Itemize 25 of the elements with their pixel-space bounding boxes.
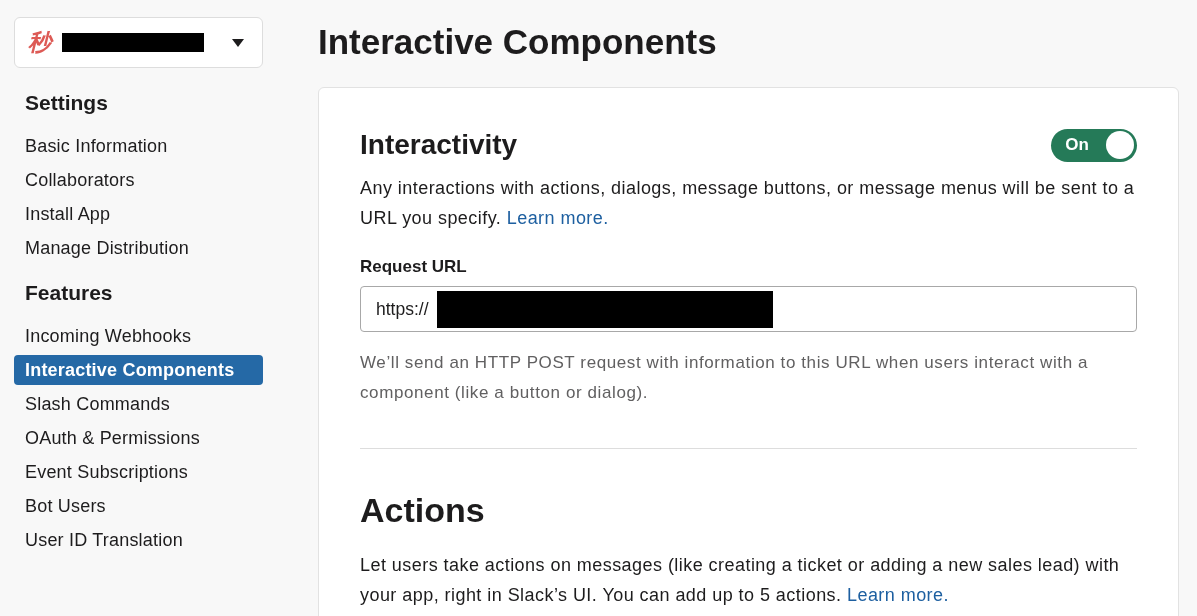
app-selector[interactable]: 秒 — [14, 17, 263, 68]
sidebar-item[interactable]: Install App — [14, 199, 263, 229]
field-label: Request URL — [360, 256, 468, 278]
sidebar-item[interactable]: Interactive Components — [14, 355, 263, 385]
learn-more-link[interactable]: Learn more. — [846, 585, 949, 605]
sidebar-item[interactable]: Basic Information — [14, 131, 263, 161]
sidebar-item[interactable]: Manage Distribution — [14, 233, 263, 263]
sidebar-item[interactable]: User ID Translation — [14, 525, 263, 555]
sidebar-item[interactable]: Slash Commands — [14, 389, 263, 419]
caret-icon — [232, 38, 244, 47]
sidebar-item[interactable]: OAuth & Permissions — [14, 423, 263, 453]
section-heading: Interactivity — [360, 128, 518, 162]
section-heading: Actions — [360, 490, 486, 530]
section-heading: Features — [24, 280, 114, 306]
toggle-switch[interactable]: On — [1051, 128, 1137, 162]
sidebar-item[interactable]: Bot Users — [14, 491, 263, 521]
sidebar-item[interactable]: Incoming Webhooks — [14, 321, 263, 351]
section-heading: Settings — [24, 90, 109, 116]
help-text: We’ll send an HTTP POST request with information to this URL when users interact with a component (like a button or dialog). — [360, 352, 1090, 404]
description-text: Any interactions with actions, dialogs, message buttons, or message menus will be sent to a URL you specify. Learn more. — [360, 177, 1136, 230]
page-title: Interactive Components — [318, 21, 718, 63]
sidebar-item[interactable]: Collaborators — [14, 165, 263, 195]
sidebar-item[interactable]: Event Subscriptions — [14, 457, 263, 487]
description-text: Let users take actions on messages (like creating a ticket or adding a new sales lead) with your app, right in Slack’s UI. You can add up to 5 actions. Learn more. — [360, 554, 1121, 607]
learn-more-link[interactable]: Learn more. — [506, 208, 609, 228]
